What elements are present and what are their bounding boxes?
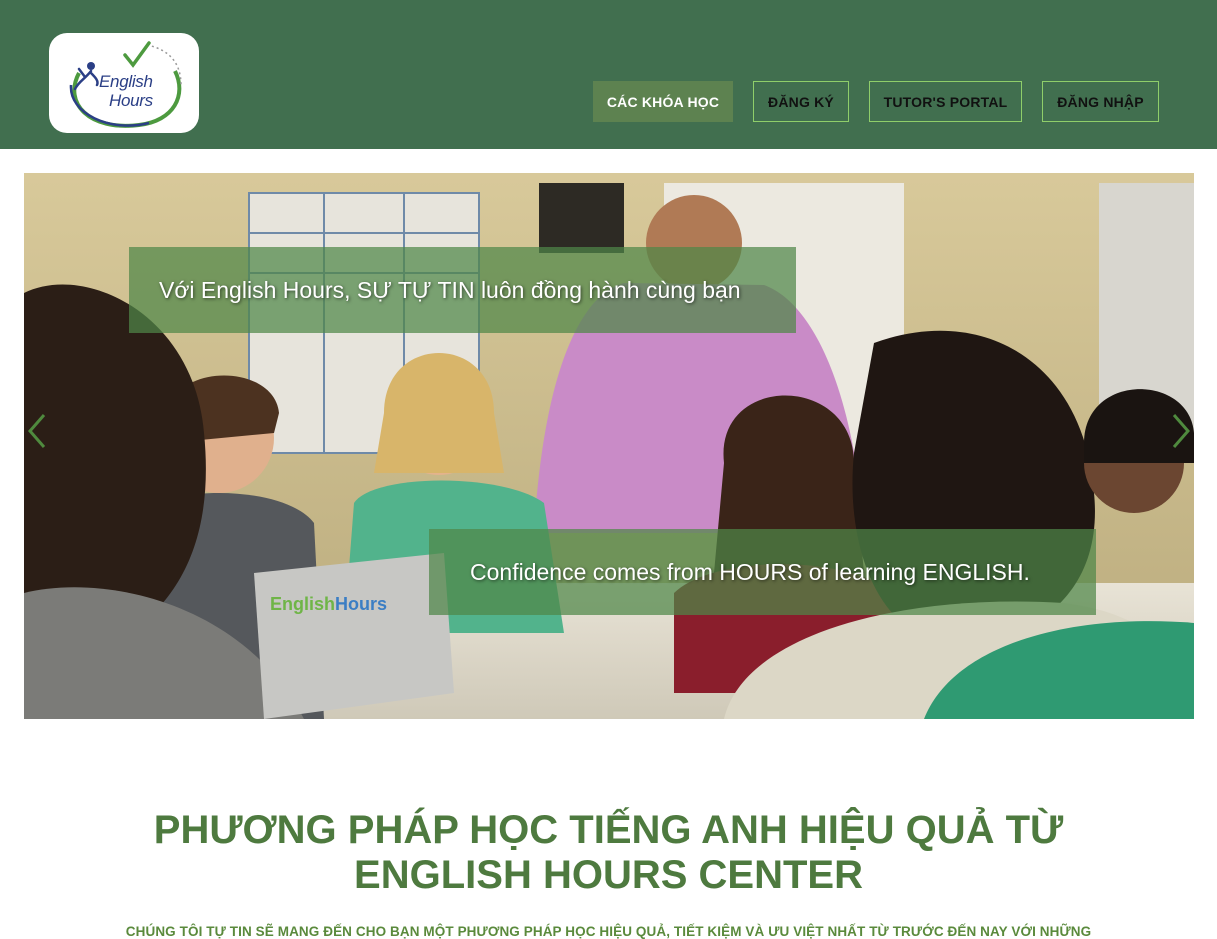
nav-register-button[interactable]: ĐĂNG KÝ: [753, 81, 849, 122]
site-header: English Hours CÁC KHÓA HỌC ĐĂNG KÝ TUTOR…: [0, 0, 1217, 149]
carousel-caption-bottom: Confidence comes from HOURS of learning …: [429, 529, 1096, 615]
nav-courses-button[interactable]: CÁC KHÓA HỌC: [593, 81, 733, 122]
english-hours-logo[interactable]: English Hours: [49, 33, 199, 133]
logo-text-hours: Hours: [109, 91, 153, 110]
carousel-next-button[interactable]: [1164, 411, 1194, 451]
nav-login-button[interactable]: ĐĂNG NHẬP: [1042, 81, 1159, 122]
headline-line-1: PHƯƠNG PHÁP HỌC TIẾNG ANH HIỆU QUẢ TỪ: [153, 808, 1064, 852]
logo-text-english: English: [99, 72, 153, 91]
headline-line-2: ENGLISH HOURS CENTER: [354, 853, 863, 897]
laptop-brand-logo: EnglishHours: [270, 594, 388, 614]
carousel-prev-button[interactable]: [24, 411, 54, 451]
hero-carousel[interactable]: EnglishHours Với English Hours, SỰ TỰ TI…: [24, 173, 1194, 719]
chevron-left-icon: [28, 414, 46, 448]
section-headline: PHƯƠNG PHÁP HỌC TIẾNG ANH HIỆU QUẢ TỪ EN…: [0, 808, 1217, 898]
section-subline: CHÚNG TÔI TỰ TIN SẼ MANG ĐẾN CHO BẠN MỘT…: [125, 924, 1092, 939]
carousel-caption-top: Với English Hours, SỰ TỰ TIN luôn đồng h…: [129, 247, 796, 333]
chevron-right-icon: [1172, 414, 1190, 448]
nav-tutor-portal-button[interactable]: TUTOR'S PORTAL: [869, 81, 1022, 122]
